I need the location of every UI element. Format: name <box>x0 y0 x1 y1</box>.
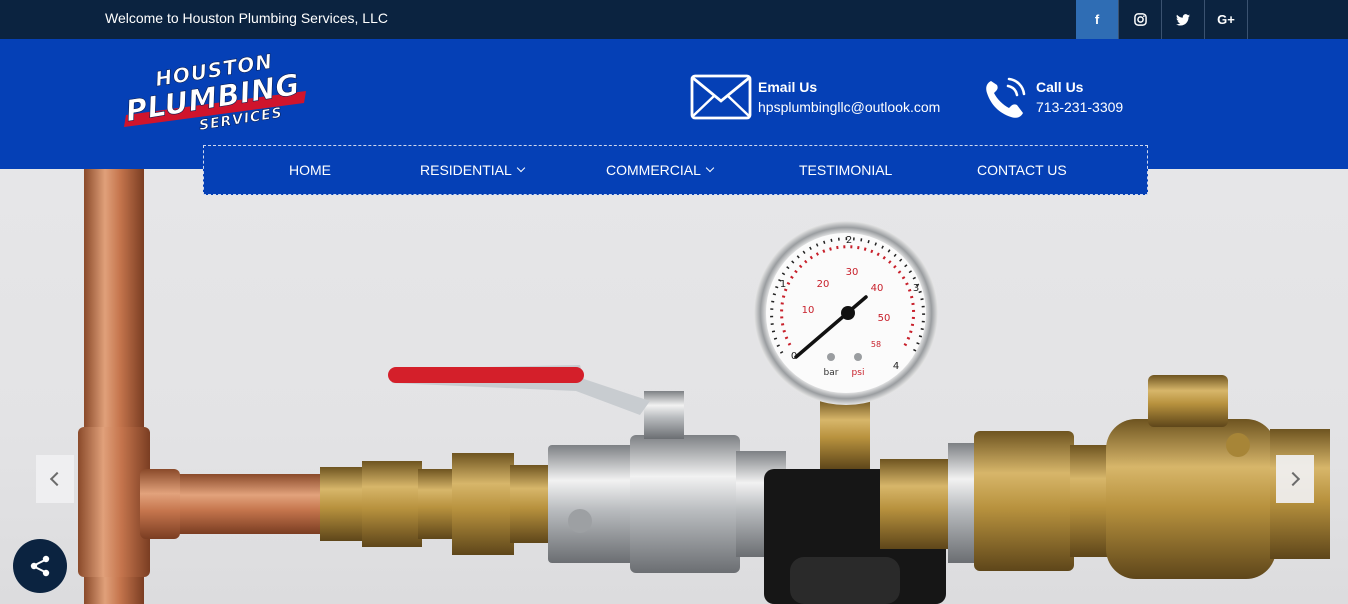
email-contact[interactable]: Email Us hpsplumbingllc@outlook.com <box>690 73 940 121</box>
gauge-bar-tick-3: 3 <box>913 283 919 294</box>
gauge-psi-label: psi <box>852 368 865 378</box>
email-title: Email Us <box>758 79 818 95</box>
welcome-text: Welcome to Houston Plumbing Services, LL… <box>105 10 388 26</box>
chevron-down-icon <box>516 163 526 173</box>
gauge-bar-tick-2: 2 <box>846 235 852 246</box>
slider-prev-button[interactable] <box>36 455 74 503</box>
gauge-bar-tick-1: 1 <box>780 279 786 290</box>
nav-testimonial-label: TESTIMONIAL <box>799 162 893 178</box>
hero-plumbing-image: 0 1 2 3 4 10 20 30 40 50 58 bar psi <box>78 169 1330 604</box>
nav-residential[interactable]: RESIDENTIAL <box>420 162 526 178</box>
nav-contact-us-label: CONTACT US <box>977 162 1067 178</box>
chevron-down-icon <box>705 163 715 173</box>
email-address[interactable]: hpsplumbingllc@outlook.com <box>758 99 940 115</box>
nav-contact-us[interactable]: CONTACT US <box>977 162 1067 178</box>
chevron-left-icon <box>49 471 65 487</box>
gauge-psi-tick-10: 10 <box>802 305 815 316</box>
phone-icon <box>981 73 1029 121</box>
slider-next-button[interactable] <box>1276 455 1314 503</box>
nav-residential-label: RESIDENTIAL <box>420 162 512 178</box>
call-contact[interactable]: Call Us 713-231-3309 <box>981 73 1123 121</box>
gauge-psi-tick-40: 40 <box>871 283 884 294</box>
nav-home-label: HOME <box>289 162 331 178</box>
social-links: f G+ <box>1076 0 1248 39</box>
share-icon <box>30 555 50 577</box>
nav-testimonial[interactable]: TESTIMONIAL <box>799 162 892 178</box>
gauge-bar-label: bar <box>824 368 839 378</box>
company-logo[interactable]: HOUSTON PLUMBING SERVICES <box>118 49 314 134</box>
twitter-icon[interactable] <box>1162 0 1205 39</box>
gauge-psi-tick-50: 50 <box>878 313 891 324</box>
instagram-icon[interactable] <box>1119 0 1162 39</box>
envelope-icon <box>690 73 752 121</box>
top-bar: Welcome to Houston Plumbing Services, LL… <box>0 0 1348 39</box>
gauge-psi-tick-30: 30 <box>846 267 859 278</box>
google-plus-icon[interactable]: G+ <box>1205 0 1248 39</box>
main-navigation: HOME RESIDENTIAL COMMERCIAL TESTIMONIAL … <box>203 145 1148 195</box>
nav-commercial-label: COMMERCIAL <box>606 162 701 178</box>
facebook-icon[interactable]: f <box>1076 0 1119 39</box>
gauge-psi-tick-58: 58 <box>871 340 881 349</box>
nav-home[interactable]: HOME <box>289 162 331 178</box>
gauge-bar-tick-4: 4 <box>893 361 899 372</box>
nav-commercial[interactable]: COMMERCIAL <box>606 162 715 178</box>
hero-slider: 0 1 2 3 4 10 20 30 40 50 58 bar psi <box>0 169 1348 604</box>
gauge-psi-tick-20: 20 <box>817 279 830 290</box>
phone-number[interactable]: 713-231-3309 <box>1036 99 1123 115</box>
chevron-right-icon <box>1285 471 1301 487</box>
call-title: Call Us <box>1036 79 1084 95</box>
share-button[interactable] <box>13 539 67 593</box>
